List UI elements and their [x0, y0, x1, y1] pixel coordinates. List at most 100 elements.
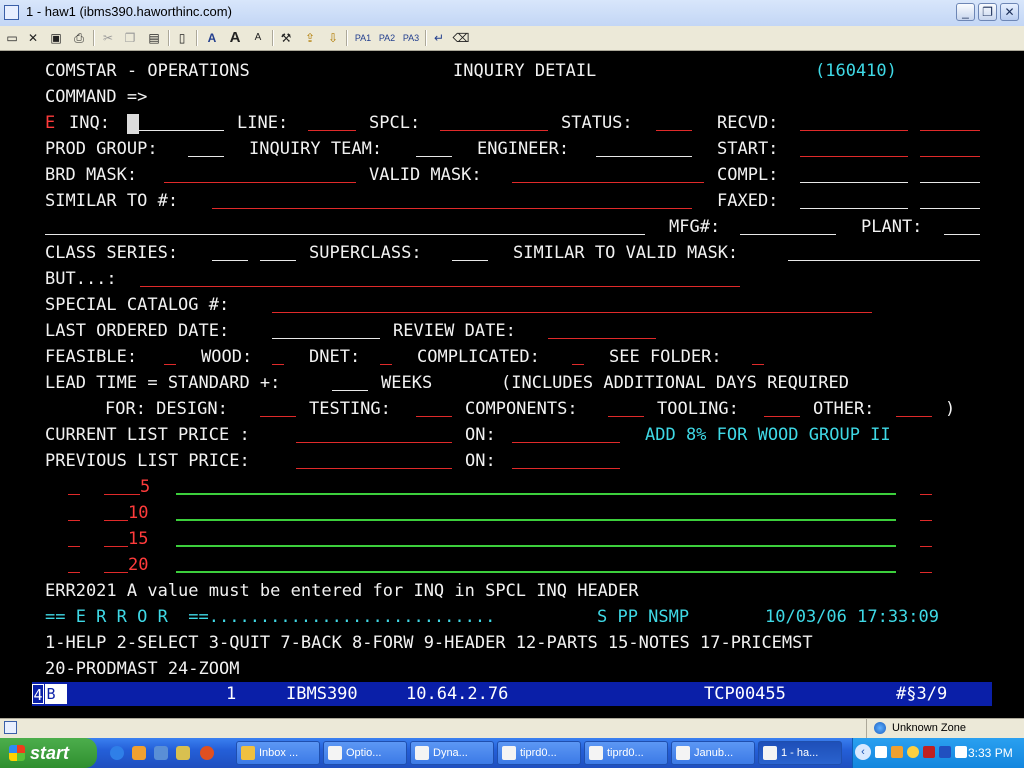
plant-field[interactable] [944, 234, 980, 235]
printer-icon[interactable]: ⎙ [71, 29, 87, 47]
tray-outlook-icon[interactable] [891, 746, 903, 758]
pa2-button[interactable]: PA2 [376, 29, 398, 47]
complicated-field[interactable] [572, 364, 584, 365]
taskbar-item-tiprd-1[interactable]: tiprd0... [497, 741, 581, 765]
font-smaller-icon[interactable]: A [250, 29, 266, 47]
inq-field[interactable] [128, 130, 224, 131]
note-select-field[interactable] [68, 572, 80, 573]
quicklaunch-folder-icon[interactable] [176, 746, 190, 760]
prod-group-field[interactable] [188, 156, 224, 157]
pa1-button[interactable]: PA1 [352, 29, 374, 47]
media-player-icon[interactable] [200, 746, 214, 760]
previous-price-date-field[interactable] [512, 468, 620, 469]
class-series-field-2[interactable] [260, 260, 296, 261]
note-end-field[interactable] [920, 572, 932, 573]
see-folder-field[interactable] [752, 364, 764, 365]
special-catalog-field[interactable] [272, 312, 872, 313]
system-clock[interactable]: 3:33 PM [968, 744, 1013, 762]
font-icon[interactable]: A [204, 29, 220, 47]
maximize-button[interactable]: ❐ [978, 3, 997, 21]
compl-date-field[interactable] [800, 182, 908, 183]
other-days-field[interactable] [896, 416, 932, 417]
minimize-button[interactable]: _ [956, 3, 975, 21]
note-text-field[interactable] [176, 493, 896, 495]
note-number-field[interactable] [104, 572, 128, 573]
print-screen-icon[interactable]: ▭ [4, 29, 20, 47]
brd-mask-field[interactable] [164, 182, 356, 183]
design-days-field[interactable] [260, 416, 296, 417]
quicklaunch-app-icon[interactable] [154, 746, 168, 760]
start-date-field[interactable] [800, 156, 908, 157]
tray-shield-icon[interactable] [939, 746, 951, 758]
erase-icon[interactable]: ⌫ [452, 29, 470, 47]
terminal-app-icon[interactable] [4, 5, 19, 20]
taskbar-item-dyna[interactable]: Dyna... [410, 741, 494, 765]
inquiry-team-field[interactable] [416, 156, 452, 157]
feasible-field[interactable] [164, 364, 176, 365]
recvd-time-field[interactable] [920, 130, 980, 131]
paste-icon[interactable]: ▤ [146, 29, 162, 47]
engineer-field[interactable] [596, 156, 692, 157]
taskbar-item-terminal[interactable]: 1 - ha... [758, 741, 842, 765]
dnet-field[interactable] [380, 364, 392, 365]
similar-valid-mask-field[interactable] [788, 260, 980, 261]
note-end-field[interactable] [920, 520, 932, 521]
last-ordered-date-field[interactable] [272, 338, 380, 339]
start-button[interactable]: start [0, 738, 97, 768]
tray-volume-icon[interactable] [955, 746, 967, 758]
receive-file-icon[interactable]: ⇩ [324, 29, 342, 47]
components-days-field[interactable] [608, 416, 644, 417]
chevron-left-icon[interactable]: ‹ [855, 744, 871, 760]
recvd-date-field[interactable] [800, 130, 908, 131]
note-text-field[interactable] [176, 519, 896, 521]
note-select-field[interactable] [68, 494, 80, 495]
save-icon[interactable]: ▣ [48, 29, 64, 47]
tray-security-icon[interactable] [923, 746, 935, 758]
similar-to-field[interactable] [212, 208, 692, 209]
wood-field[interactable] [272, 364, 284, 365]
internet-explorer-icon[interactable] [110, 746, 124, 760]
pa3-button[interactable]: PA3 [400, 29, 422, 47]
note-select-field[interactable] [68, 546, 80, 547]
current-price-field[interactable] [296, 442, 452, 443]
review-date-field[interactable] [548, 338, 656, 339]
compl-time-field[interactable] [920, 182, 980, 183]
faxed-date-field[interactable] [800, 208, 908, 209]
taskbar-item-inbox[interactable]: Inbox ... [236, 741, 320, 765]
faxed-time-field[interactable] [920, 208, 980, 209]
superclass-field[interactable] [452, 260, 488, 261]
testing-days-field[interactable] [416, 416, 452, 417]
but-field[interactable] [140, 286, 740, 287]
spcl-field[interactable] [440, 130, 548, 131]
note-text-field[interactable] [176, 571, 896, 573]
note-end-field[interactable] [920, 546, 932, 547]
enter-icon[interactable]: ↵ [430, 29, 448, 47]
status-field[interactable] [656, 130, 692, 131]
disconnect-icon[interactable]: ✕ [25, 29, 41, 47]
close-button[interactable]: ✕ [1000, 3, 1019, 21]
tools-icon[interactable]: ⚒ [278, 29, 294, 47]
taskbar-item-janub[interactable]: Janub... [671, 741, 755, 765]
clipboard-icon[interactable]: ▯ [174, 29, 190, 47]
note-end-field[interactable] [920, 494, 932, 495]
lead-time-field[interactable] [332, 390, 368, 391]
window-title-bar[interactable]: 1 - haw1 (ibms390.haworthinc.com) _ ❐ ✕ [0, 0, 1024, 27]
current-price-date-field[interactable] [512, 442, 620, 443]
previous-price-field[interactable] [296, 468, 452, 469]
font-larger-icon[interactable]: A [226, 29, 244, 47]
note-text-field[interactable] [176, 545, 896, 547]
tray-clock-icon[interactable] [907, 746, 919, 758]
tooling-days-field[interactable] [764, 416, 800, 417]
start-time-field[interactable] [920, 156, 980, 157]
valid-mask-field[interactable] [512, 182, 704, 183]
terminal-screen[interactable]: COMSTAR - OPERATIONS INQUIRY DETAIL (160… [0, 51, 1024, 680]
cut-icon[interactable]: ✂ [100, 29, 116, 47]
mfg-field[interactable] [740, 234, 836, 235]
taskbar-item-options[interactable]: Optio... [323, 741, 407, 765]
class-series-field-1[interactable] [212, 260, 248, 261]
note-select-field[interactable] [68, 520, 80, 521]
taskbar-item-tiprd-2[interactable]: tiprd0... [584, 741, 668, 765]
description-field[interactable] [45, 234, 645, 235]
note-number-field[interactable] [104, 546, 128, 547]
copy-icon[interactable]: ❐ [122, 29, 138, 47]
